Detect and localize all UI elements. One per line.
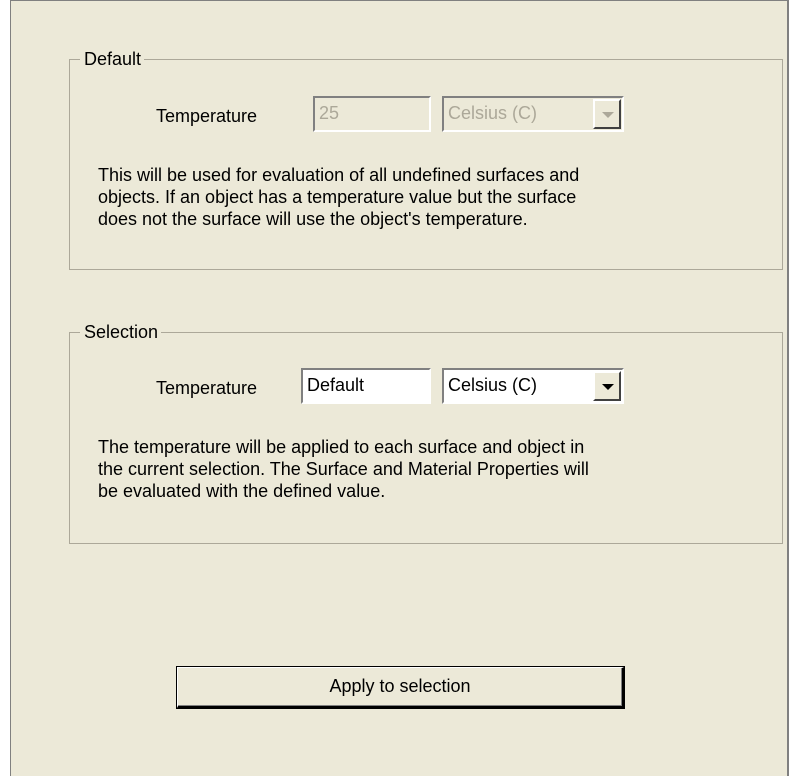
selection-temperature-input[interactable]: Default <box>301 368 431 404</box>
selection-unit-dropdown[interactable]: Celsius (C) <box>442 368 624 404</box>
default-group-title: Default <box>80 48 145 70</box>
selection-description-line: be evaluated with the defined value. <box>98 481 386 501</box>
default-description-line: This will be used for evaluation of all … <box>98 165 580 185</box>
default-description-line: does not the surface will use the object… <box>98 209 528 229</box>
default-temperature-label: Temperature <box>156 106 258 126</box>
selection-group-title: Selection <box>80 321 162 343</box>
chevron-down-icon[interactable] <box>593 371 621 401</box>
temperature-panel: Default Temperature 25 Celsius (C) This … <box>10 0 789 776</box>
apply-to-selection-button[interactable]: Apply to selection <box>177 667 624 708</box>
selection-description: The temperature will be applied to each … <box>98 436 589 502</box>
default-groupbox: Default Temperature 25 Celsius (C) This … <box>69 48 783 270</box>
selection-temperature-label: Temperature <box>156 378 258 398</box>
default-description: This will be used for evaluation of all … <box>98 164 579 230</box>
selection-description-line: the current selection. The Surface and M… <box>98 459 589 479</box>
default-temperature-input[interactable]: 25 <box>313 96 431 132</box>
default-unit-dropdown[interactable]: Celsius (C) <box>442 96 624 132</box>
default-description-line: objects. If an object has a temperature … <box>98 187 577 207</box>
selection-groupbox: Selection Temperature Default Celsius (C… <box>69 321 783 544</box>
default-unit-value: Celsius (C) <box>448 103 538 123</box>
selection-unit-value: Celsius (C) <box>448 375 538 395</box>
selection-description-line: The temperature will be applied to each … <box>98 437 585 457</box>
chevron-down-icon[interactable] <box>593 99 621 129</box>
